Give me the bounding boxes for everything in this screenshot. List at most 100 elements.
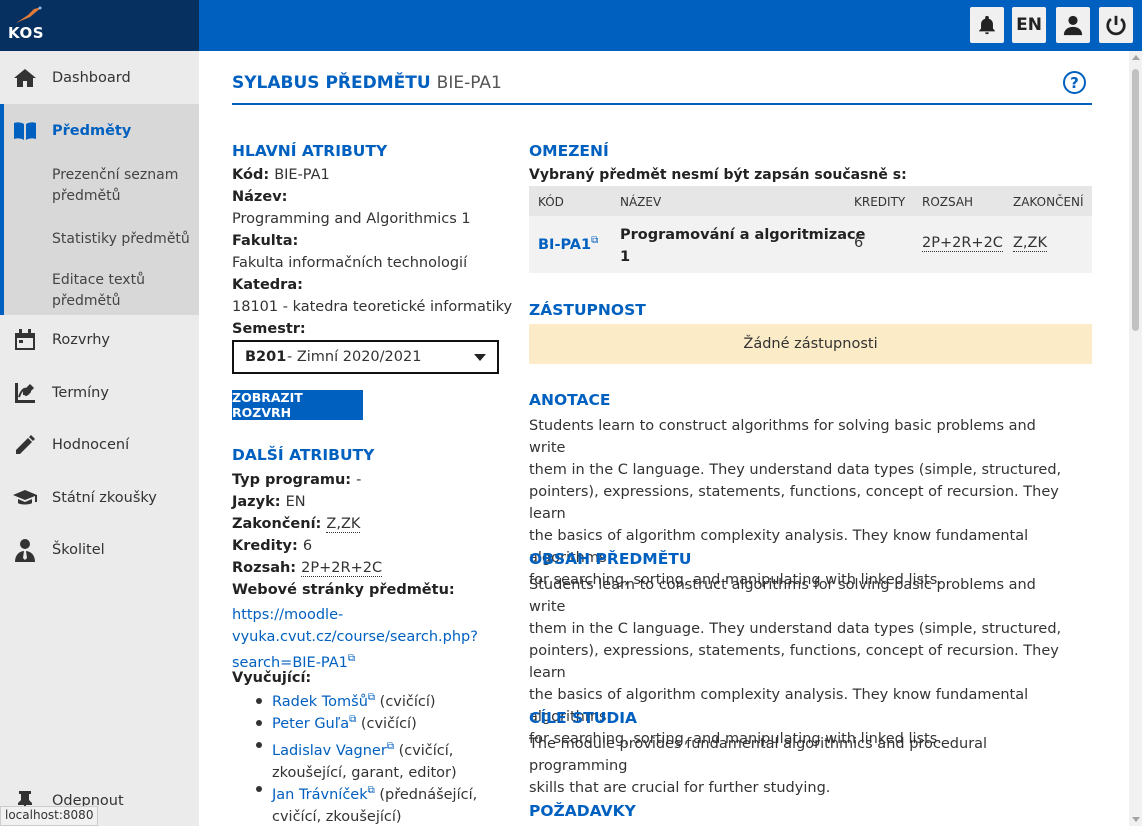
kredity-row: Kredity: 6 <box>232 538 312 554</box>
caret-down-icon <box>474 354 486 361</box>
external-link-icon: ⧉ <box>367 692 376 703</box>
language-button[interactable]: EN <box>1012 7 1046 43</box>
katedra-label: Katedra: <box>232 277 303 293</box>
web-link-line: https://moodle- <box>232 607 344 623</box>
book-icon <box>12 118 38 144</box>
course-name: Programování a algoritmizace 1 <box>620 224 865 268</box>
goals-heading: CÍLE STUDIA <box>529 709 637 727</box>
scroll-down-icon[interactable] <box>1132 817 1140 822</box>
help-icon[interactable]: ? <box>1063 71 1086 94</box>
kod-label-text: Kód: <box>232 167 270 183</box>
notifications-button[interactable] <box>970 7 1004 43</box>
course-credits: 6 <box>854 235 864 251</box>
teacher-role: zkoušející, garant, editor) <box>272 764 457 781</box>
status-bar-url: localhost:8080 <box>0 806 99 826</box>
sidebar-item-rozvrhy[interactable]: Rozvrhy <box>0 314 199 366</box>
text-line: pointers), expressions, statements, func… <box>529 643 1059 681</box>
course-code: BI-PA1 <box>538 236 592 253</box>
text-line: pointers), expressions, statements, func… <box>529 484 1059 522</box>
sidebar-item-terminy[interactable]: Termíny <box>0 366 199 419</box>
jazyk-label: Jazyk: <box>232 494 281 510</box>
profile-button[interactable] <box>1056 7 1090 43</box>
restrictions-heading: OMEZENÍ <box>529 142 609 160</box>
teacher-item: Ladislav Vagner⧉ (cvičící, zkoušející, ga… <box>272 736 457 784</box>
course-name-line: Programování a algoritmizace <box>620 227 866 243</box>
course-link[interactable]: BI-PA1⧉ <box>538 235 598 253</box>
web-label: Webové stránky předmětu: <box>232 582 455 598</box>
main-attrs-heading: HLAVNÍ ATRIBUTY <box>232 142 388 160</box>
graduation-cap-icon <box>12 485 38 511</box>
sidebar-subitem-editace[interactable]: Editace textů předmětů <box>52 270 192 312</box>
requirements-heading: POŽADAVKY <box>529 802 636 820</box>
calendar-icon <box>12 327 38 353</box>
web-link[interactable]: https://moodle- vyuka.cvut.cz/course/sea… <box>232 604 478 674</box>
semester-code: B201 <box>245 349 287 365</box>
sidebar-subitem-statistiky[interactable]: Statistiky předmětů <box>52 229 192 250</box>
sidebar-item-label: Předměty <box>52 122 132 139</box>
semester-select[interactable]: B201 - Zimní 2020/2021 <box>232 340 499 374</box>
goals-text: The module provides fundamental algorith… <box>529 733 1069 799</box>
teacher-role: cvičící, zkoušející) <box>272 808 402 825</box>
text-line: them in the C language. They understand … <box>529 621 1062 637</box>
sidebar-item-label: Školitel <box>52 542 105 558</box>
logout-button[interactable] <box>1099 7 1133 43</box>
sidebar-subitem-prezencni[interactable]: Prezenční seznam předmětů <box>52 165 192 207</box>
scrollbar[interactable] <box>1129 51 1142 826</box>
title-divider <box>232 103 1092 105</box>
course-range[interactable]: 2P+2R+2C <box>922 235 1003 252</box>
external-link-icon: ⧉ <box>386 741 394 752</box>
teacher-role: (cvičící, <box>398 742 454 759</box>
teacher-link[interactable]: Radek Tomšů <box>272 694 368 710</box>
kredity-label: Kredity: <box>232 538 298 554</box>
teacher-link[interactable]: Ladislav Vagner <box>272 743 387 759</box>
teacher-item: Peter Guľa⧉ (cvičící) <box>272 714 417 732</box>
zakonceni-label: Zakončení: <box>232 516 322 532</box>
fakulta-value: Fakulta informačních technologií <box>232 255 468 271</box>
nazev-value: Programming and Algorithmics 1 <box>232 211 471 227</box>
sidebar-item-skolitel[interactable]: Školitel <box>0 524 199 576</box>
sidebar-item-hodnoceni[interactable]: Hodnocení <box>0 419 199 471</box>
column-header: NÁZEV <box>620 195 662 209</box>
course-completion[interactable]: Z,ZK <box>1013 235 1047 252</box>
external-link-icon: ⧉ <box>347 653 356 664</box>
zakonceni-value[interactable]: Z,ZK <box>326 516 361 533</box>
sidebar-item-statni-zkousky[interactable]: Státní zkoušky <box>0 471 199 524</box>
scroll-up-icon[interactable] <box>1132 55 1140 60</box>
teacher-item: Jan Trávníček⧉ (přednášející, cvičící, zk… <box>272 780 477 826</box>
bullet <box>256 720 262 726</box>
teacher-link[interactable]: Peter Guľa <box>272 716 349 732</box>
sidebar-item-predmety[interactable]: Předměty <box>0 104 199 157</box>
kos-logo[interactable]: KOS <box>0 0 199 51</box>
text-line: The module provides fundamental algorith… <box>529 736 988 774</box>
external-link-icon: ⧉ <box>349 714 357 725</box>
column-header: KREDITY <box>854 195 906 209</box>
top-bar: KOS EN <box>0 0 1142 51</box>
show-schedule-button[interactable]: ZOBRAZIT ROZVRH <box>232 390 363 420</box>
rozsah-label: Rozsah: <box>232 560 297 576</box>
typ-label: Typ programu: <box>232 472 352 488</box>
kredity-value: 6 <box>302 538 313 554</box>
kod-label: Kód: BIE-PA1 <box>232 167 330 183</box>
page-title-code: BIE-PA1 <box>436 73 502 93</box>
teacher-link[interactable]: Jan Trávníček <box>272 787 368 803</box>
scroll-thumb[interactable] <box>1132 69 1139 331</box>
sidebar-item-label: Hodnocení <box>52 437 130 453</box>
sidebar-item-dashboard[interactable]: Dashboard <box>0 51 199 104</box>
teachers-label: Vyučující: <box>232 670 312 686</box>
person-tie-icon <box>12 537 38 563</box>
column-header: ZAKONČENÍ <box>1013 195 1084 209</box>
bullet <box>256 786 262 792</box>
nazev-label: Název: <box>232 189 288 205</box>
teacher-role: (cvičící) <box>360 715 417 732</box>
bird-logo-icon <box>16 6 42 23</box>
teacher-role: (přednášející, <box>379 786 478 803</box>
web-link-line: search=BIE-PA1 <box>232 654 348 671</box>
jazyk-value: EN <box>285 494 306 510</box>
home-icon <box>12 65 38 91</box>
table-row: BI-PA1⧉ Programování a algoritmizace 1 6 … <box>529 216 1092 273</box>
semestr-label: Semestr: <box>232 321 306 337</box>
page-title-text: SYLABUS PŘEDMĚTU <box>232 73 431 93</box>
sidebar: Dashboard Předměty Prezenční seznam před… <box>0 51 199 826</box>
rozsah-value[interactable]: 2P+2R+2C <box>301 560 383 577</box>
restrictions-table-header: KÓD NÁZEV KREDITY ROZSAH ZAKONČENÍ <box>529 186 1092 216</box>
